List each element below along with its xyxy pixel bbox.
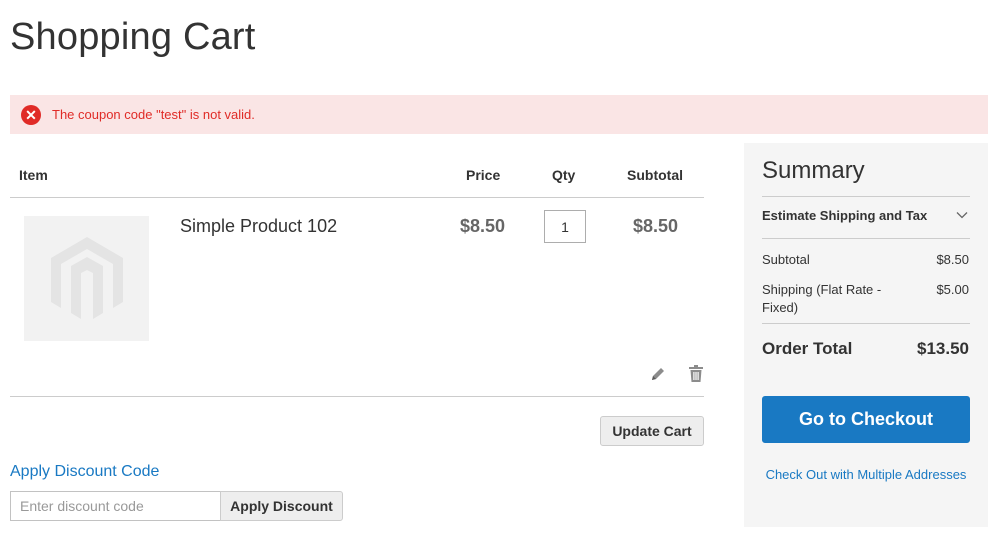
summary-title: Summary [762, 157, 865, 184]
page-title: Shopping Cart [10, 16, 256, 58]
summary-divider [762, 238, 970, 239]
product-price: $8.50 [460, 216, 506, 236]
estimate-shipping-toggle[interactable]: Estimate Shipping and Tax [762, 208, 927, 223]
subtotal-value: $8.50 [936, 252, 969, 267]
header-price: Price [466, 167, 501, 183]
product-thumbnail[interactable] [24, 216, 149, 341]
update-cart-button[interactable]: Update Cart [600, 416, 704, 446]
checkout-button[interactable]: Go to Checkout [762, 396, 970, 443]
order-total-label: Order Total [762, 339, 853, 358]
product-name[interactable]: Simple Product 102 [180, 216, 337, 237]
magento-logo-icon [50, 236, 123, 319]
header-qty: Qty [552, 167, 576, 183]
edit-pencil-icon[interactable] [648, 364, 668, 384]
discount-code-input[interactable] [10, 491, 220, 521]
subtotal-label: Subtotal [762, 252, 810, 267]
qty-input[interactable] [544, 210, 586, 243]
apply-discount-button[interactable]: Apply Discount [220, 491, 343, 521]
summary-divider [762, 323, 970, 324]
summary-divider [762, 196, 970, 197]
header-item: Item [19, 167, 48, 183]
shipping-value: $5.00 [936, 282, 969, 297]
header-subtotal: Subtotal [627, 167, 683, 183]
header-divider [10, 197, 704, 198]
shipping-label: Shipping (Flat Rate - Fixed) [762, 282, 882, 315]
error-message-text: The coupon code "test" is not valid. [52, 107, 255, 122]
row-divider [10, 396, 704, 397]
order-total-value: $13.50 [917, 339, 969, 358]
order-summary: Summary Estimate Shipping and Tax Subtot… [744, 143, 988, 527]
trash-icon[interactable] [686, 364, 706, 384]
multi-address-checkout-link[interactable]: Check Out with Multiple Addresses [762, 466, 970, 484]
product-subtotal: $8.50 [633, 216, 679, 236]
error-icon: ✕ [21, 104, 41, 125]
apply-discount-toggle[interactable]: Apply Discount Code [10, 463, 159, 481]
error-message: ✕ The coupon code "test" is not valid. [10, 95, 988, 134]
chevron-down-icon[interactable] [956, 209, 968, 221]
